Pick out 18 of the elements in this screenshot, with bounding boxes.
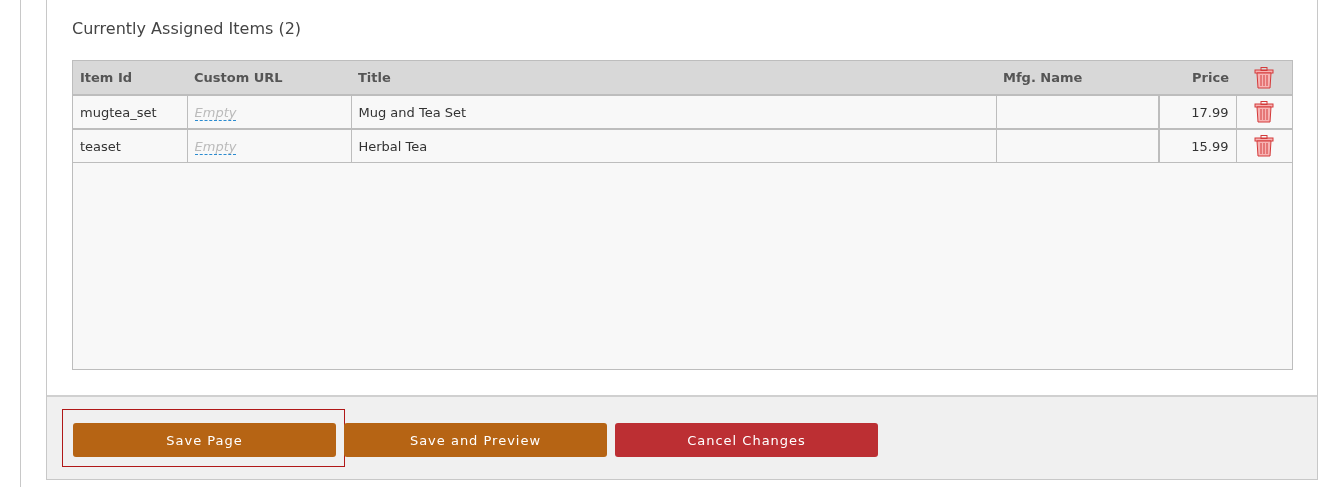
column-header: Title [351,61,996,95]
table-cell: 17.99 [1191,104,1229,120]
trash-icon[interactable] [1254,66,1274,89]
table-cell: mugtea_set [80,104,157,120]
cancel-button[interactable]: Cancel Changes [615,423,878,457]
table-cell: teaset [80,138,121,154]
trash-icon[interactable] [1254,135,1275,157]
column-header: Mfg. Name [996,61,1159,95]
table-cell: Mug and Tea Set [358,104,467,120]
trash-icon[interactable] [1254,101,1275,123]
column-header: Custom URL [187,61,351,95]
table-cell: 15.99 [1191,138,1229,154]
save-button[interactable]: Save and Preview [344,423,607,457]
column-header: Price [1159,61,1236,95]
column-header: Item Id [73,61,187,95]
table-cell: Herbal Tea [358,138,428,154]
section-title: Currently Assigned Items (2) [72,19,303,40]
save-button[interactable]: Save Page [73,423,336,457]
